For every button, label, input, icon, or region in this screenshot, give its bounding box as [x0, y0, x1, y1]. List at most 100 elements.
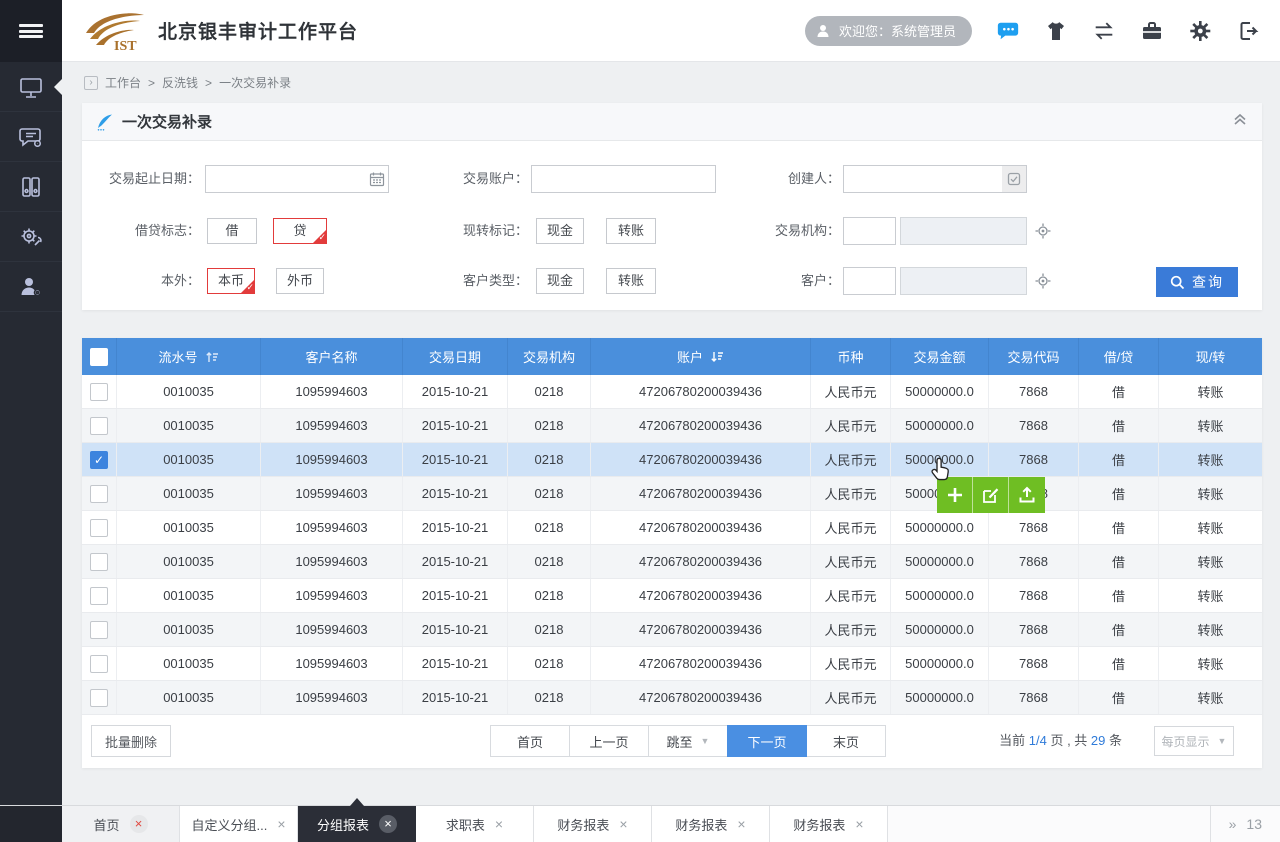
- page-size-select[interactable]: 每页显示 ▼: [1154, 726, 1234, 756]
- table-row[interactable]: ✓001003510959946032015-10-21021847206780…: [82, 443, 1262, 477]
- messages-button[interactable]: [996, 19, 1020, 43]
- toggle-customer-cash[interactable]: 现金: [536, 268, 584, 294]
- row-checkbox[interactable]: ✓: [90, 451, 108, 469]
- bottom-tab[interactable]: 分组报表×: [298, 806, 416, 842]
- table-row[interactable]: 001003510959946032015-10-210218472067802…: [82, 647, 1262, 681]
- sidebar-item-messages[interactable]: [0, 112, 62, 162]
- toggle-foreign-currency[interactable]: 外币: [276, 268, 324, 294]
- hidden-tab-count: 13: [1246, 816, 1262, 832]
- last-page-button[interactable]: 末页: [806, 725, 886, 757]
- close-icon[interactable]: ×: [619, 817, 627, 831]
- sidebar-item-settings[interactable]: [0, 212, 62, 262]
- table-cell: 借: [1079, 647, 1159, 680]
- customer-picker-crosshair-icon[interactable]: [1035, 273, 1051, 294]
- column-trade-org[interactable]: 交易机构: [508, 338, 591, 375]
- column-serial[interactable]: 流水号: [117, 338, 261, 375]
- calendar-icon[interactable]: [369, 171, 385, 192]
- column-trade-code[interactable]: 交易代码: [989, 338, 1079, 375]
- customer-code-input[interactable]: [843, 267, 896, 295]
- collapse-button[interactable]: [1232, 111, 1248, 132]
- row-checkbox[interactable]: [90, 587, 108, 605]
- upload-button[interactable]: [1009, 477, 1045, 513]
- row-checkbox[interactable]: [90, 689, 108, 707]
- column-amount[interactable]: 交易金额: [891, 338, 989, 375]
- trade-org-code-input[interactable]: [843, 217, 896, 245]
- date-range-input[interactable]: [205, 165, 389, 193]
- user-greeting-pill[interactable]: 欢迎您：系统管理员: [805, 16, 972, 46]
- row-checkbox[interactable]: [90, 383, 108, 401]
- sort-asc-icon[interactable]: [205, 350, 219, 364]
- sidebar-item-workbench[interactable]: [0, 62, 62, 112]
- org-picker-crosshair-icon[interactable]: [1035, 223, 1051, 244]
- column-customer-name[interactable]: 客户名称: [261, 338, 403, 375]
- breadcrumb-item-workbench[interactable]: 工作台: [105, 74, 141, 91]
- first-page-button[interactable]: 首页: [490, 725, 570, 757]
- trade-account-input[interactable]: [531, 165, 716, 193]
- close-icon[interactable]: ×: [855, 817, 863, 831]
- table-cell: 47206780200039436: [591, 375, 811, 408]
- creator-check-button[interactable]: [1002, 165, 1027, 193]
- close-icon[interactable]: ×: [737, 817, 745, 831]
- close-icon[interactable]: ×: [379, 815, 397, 833]
- bottom-tab[interactable]: 财务报表×: [652, 806, 770, 842]
- add-button[interactable]: [937, 477, 973, 513]
- row-checkbox[interactable]: [90, 519, 108, 537]
- breadcrumb-item-aml[interactable]: 反洗钱: [162, 74, 198, 91]
- column-account[interactable]: 账户: [591, 338, 811, 375]
- sidebar-item-archives[interactable]: [0, 162, 62, 212]
- row-checkbox[interactable]: [90, 417, 108, 435]
- toolbox-button[interactable]: [1140, 19, 1164, 43]
- bottom-tab[interactable]: 财务报表×: [534, 806, 652, 842]
- table-row[interactable]: 001003510959946032015-10-210218472067802…: [82, 579, 1262, 613]
- bottom-tab[interactable]: 自定义分组...×: [180, 806, 298, 842]
- toggle-cash[interactable]: 现金: [536, 218, 584, 244]
- jump-to-button[interactable]: 跳至 ▼: [648, 725, 728, 757]
- bottom-tab[interactable]: 首页×: [62, 806, 180, 842]
- switch-button[interactable]: [1092, 19, 1116, 43]
- search-icon: [1170, 275, 1185, 290]
- toggle-credit[interactable]: 贷: [273, 218, 327, 244]
- toggle-debit[interactable]: 借: [207, 218, 257, 244]
- tab-label: 求职表: [446, 815, 485, 834]
- page-buttons: 首页 上一页 跳至 ▼ 下一页 末页: [491, 725, 886, 757]
- row-checkbox[interactable]: [90, 621, 108, 639]
- column-loan-flag[interactable]: 借/贷: [1079, 338, 1159, 375]
- row-checkbox[interactable]: [90, 553, 108, 571]
- toggle-customer-transfer[interactable]: 转账: [606, 268, 656, 294]
- logout-button[interactable]: [1236, 19, 1260, 43]
- prev-page-button[interactable]: 上一页: [569, 725, 649, 757]
- row-checkbox[interactable]: [90, 655, 108, 673]
- sidebar-item-users[interactable]: [0, 262, 62, 312]
- sort-desc-icon[interactable]: [710, 350, 724, 364]
- column-trade-date[interactable]: 交易日期: [403, 338, 508, 375]
- row-checkbox[interactable]: [90, 485, 108, 503]
- table-row[interactable]: 001003510959946032015-10-210218472067802…: [82, 613, 1262, 647]
- toggle-local-currency[interactable]: 本币: [207, 268, 255, 294]
- select-all-checkbox[interactable]: [90, 348, 108, 366]
- next-page-button[interactable]: 下一页: [727, 725, 807, 757]
- column-currency[interactable]: 币种: [811, 338, 891, 375]
- bottom-tab[interactable]: 求职表 ×: [416, 806, 534, 842]
- close-icon[interactable]: ×: [130, 815, 148, 833]
- tab-overflow-button[interactable]: » 13: [1210, 806, 1280, 842]
- creator-input[interactable]: [843, 165, 1003, 193]
- table-cell: 0218: [508, 409, 591, 442]
- batch-delete-button[interactable]: 批量删除: [91, 725, 171, 757]
- theme-button[interactable]: [1044, 19, 1068, 43]
- table-cell: 7868: [989, 545, 1079, 578]
- search-button[interactable]: 查询: [1156, 267, 1238, 297]
- table-row[interactable]: 001003510959946032015-10-210218472067802…: [82, 375, 1262, 409]
- table-row[interactable]: 001003510959946032015-10-210218472067802…: [82, 409, 1262, 443]
- table-row[interactable]: 001003510959946032015-10-210218472067802…: [82, 511, 1262, 545]
- table-row[interactable]: 001003510959946032015-10-210218472067802…: [82, 681, 1262, 715]
- bottom-tab[interactable]: 财务报表×: [770, 806, 888, 842]
- edit-button[interactable]: [973, 477, 1009, 513]
- close-icon[interactable]: ×: [277, 817, 285, 831]
- settings-button[interactable]: [1188, 19, 1212, 43]
- hamburger-menu-button[interactable]: [0, 0, 62, 62]
- close-icon[interactable]: ×: [495, 817, 503, 831]
- column-cash-flag[interactable]: 现/转: [1159, 338, 1262, 375]
- table-row[interactable]: 001003510959946032015-10-210218472067802…: [82, 545, 1262, 579]
- toggle-transfer[interactable]: 转账: [606, 218, 656, 244]
- table-row[interactable]: 001003510959946032015-10-210218472067802…: [82, 477, 1262, 511]
